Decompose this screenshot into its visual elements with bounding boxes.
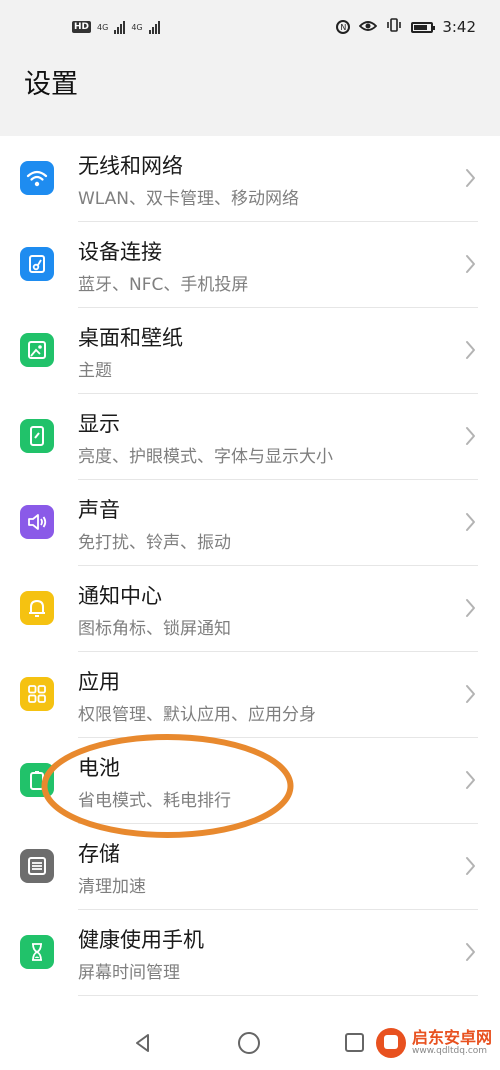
chevron-right-icon <box>465 942 476 962</box>
chevron-right-icon <box>465 770 476 790</box>
status-right: N 3:42 <box>336 18 476 36</box>
hd-badge: HD <box>72 21 92 33</box>
chevron-right-icon <box>465 254 476 274</box>
display-icon <box>20 419 54 453</box>
speaker-icon <box>20 505 54 539</box>
chevron-right-icon <box>465 598 476 618</box>
settings-item-display[interactable]: 显示亮度、护眼模式、字体与显示大小 <box>0 394 500 480</box>
bell-icon <box>20 591 54 625</box>
chevron-right-icon <box>465 684 476 704</box>
settings-item-subtitle: 省电模式、耗电排行 <box>78 791 231 811</box>
network-type-1: 4G <box>97 22 109 32</box>
device-connect-icon <box>20 247 54 281</box>
watermark-logo-icon <box>375 1028 406 1058</box>
settings-item-label: 存储 <box>78 842 120 866</box>
eye-comfort-icon <box>359 18 378 36</box>
settings-item-subtitle: 清理加速 <box>78 877 146 897</box>
signal-icon-2 <box>148 20 160 34</box>
settings-item-label: 显示 <box>78 412 120 436</box>
settings-item-storage[interactable]: 存储 清理加速 <box>0 824 500 910</box>
nfc-icon: N <box>336 20 351 34</box>
storage-icon <box>20 849 54 883</box>
settings-list[interactable]: 无线和网络 WLAN、双卡管理、移动网络设备连接蓝牙、NFC、手机投屏桌面和壁纸主… <box>0 136 500 1016</box>
chevron-right-icon <box>465 426 476 446</box>
recent-apps-icon[interactable] <box>345 1033 364 1052</box>
settings-item-subtitle: 蓝牙、NFC、手机投屏 <box>78 275 249 295</box>
settings-item-wallpaper[interactable]: 桌面和壁纸 主题 <box>0 308 500 394</box>
settings-item-label: 无线和网络 <box>78 154 183 178</box>
watermark-url: www.qdltdq.com <box>411 1045 488 1056</box>
chevron-right-icon <box>465 168 476 188</box>
settings-item-label: 设备连接 <box>78 240 162 264</box>
settings-item-subtitle: 图标角标、锁屏通知 <box>78 619 231 639</box>
settings-item-label: 桌面和壁纸 <box>78 326 183 350</box>
settings-item-battery[interactable]: 电池省电模式、耗电排行 <box>0 738 500 824</box>
settings-item-label: 应用 <box>78 670 120 694</box>
chevron-right-icon <box>465 856 476 876</box>
settings-item-sound[interactable]: 声音免打扰、铃声、振动 <box>0 480 500 566</box>
settings-item-health[interactable]: 健康使用手机屏幕时间管理 <box>0 910 500 996</box>
back-icon[interactable] <box>132 1032 154 1054</box>
wallpaper-icon <box>20 333 54 367</box>
battery-level-fill <box>414 24 428 30</box>
settings-item-subtitle: 屏幕时间管理 <box>78 963 180 983</box>
settings-item-subtitle: 权限管理、默认应用、应用分身 <box>78 705 316 725</box>
settings-item-subtitle: 亮度、护眼模式、字体与显示大小 <box>78 447 333 467</box>
status-left: HD 4G 4G <box>72 20 160 34</box>
watermark-brand: 启东安卓网 <box>411 1028 492 1048</box>
settings-item-subtitle: WLAN、双卡管理、移动网络 <box>78 189 300 209</box>
page-title: 设置 <box>24 69 78 100</box>
settings-item-label: 健康使用手机 <box>78 928 204 952</box>
battery-icon <box>20 763 54 797</box>
settings-item-label: 通知中心 <box>78 584 162 608</box>
settings-item-apps[interactable]: 应用权限管理、默认应用、应用分身 <box>0 652 500 738</box>
apps-grid-icon <box>20 677 54 711</box>
watermark: 启东安卓网 www.qdltdq.com <box>375 1028 492 1058</box>
settings-item-subtitle: 主题 <box>78 361 112 381</box>
vibrate-icon <box>386 18 402 36</box>
chevron-right-icon <box>465 512 476 532</box>
settings-item-notification[interactable]: 通知中心图标角标、锁屏通知 <box>0 566 500 652</box>
battery-status-icon <box>411 21 436 33</box>
settings-item-label: 电池 <box>78 756 120 780</box>
settings-item-subtitle: 免打扰、铃声、振动 <box>78 533 231 553</box>
chevron-right-icon <box>465 340 476 360</box>
settings-item-wireless[interactable]: 无线和网络 WLAN、双卡管理、移动网络 <box>0 136 500 222</box>
settings-item-device[interactable]: 设备连接蓝牙、NFC、手机投屏 <box>0 222 500 308</box>
hourglass-icon <box>20 935 54 969</box>
wifi-icon <box>20 161 54 195</box>
signal-icon-1 <box>114 20 126 34</box>
settings-item-security[interactable]: 安全和隐私 <box>0 996 500 1016</box>
home-icon[interactable] <box>238 1032 260 1054</box>
settings-item-label: 声音 <box>78 498 120 522</box>
network-type-2: 4G <box>131 22 143 32</box>
status-bar: HD 4G 4G N 3:42 <box>0 0 500 58</box>
clock: 3:42 <box>442 18 476 36</box>
